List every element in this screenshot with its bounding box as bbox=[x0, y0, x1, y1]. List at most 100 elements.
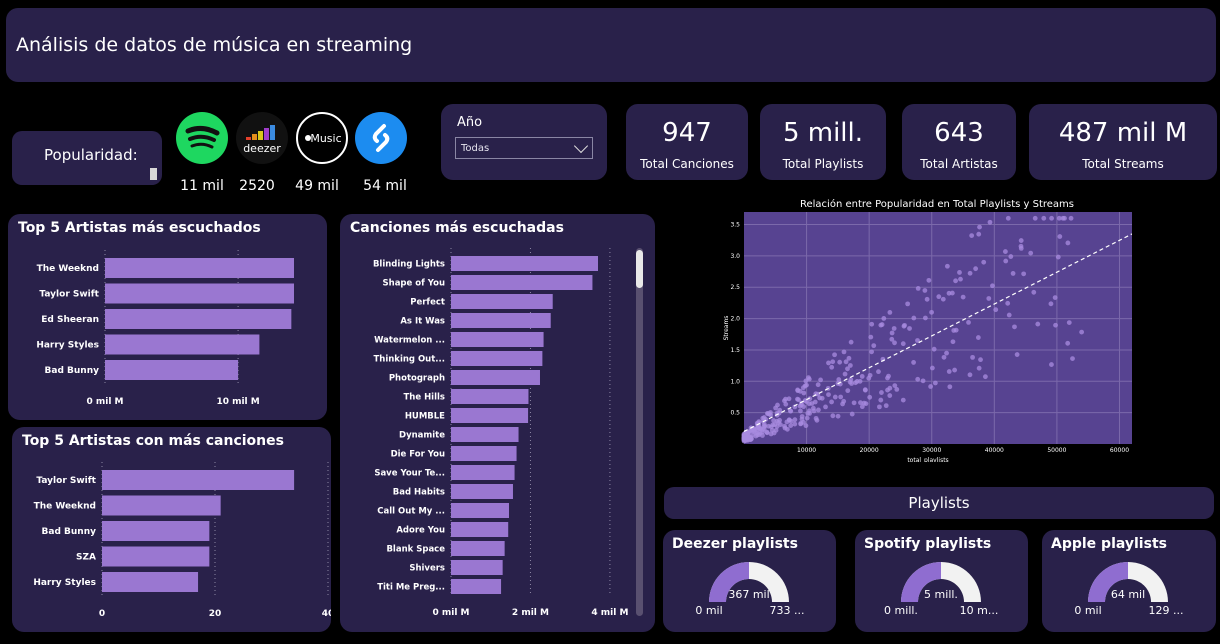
scatter-point bbox=[952, 367, 958, 373]
scrollbar[interactable] bbox=[150, 168, 157, 180]
category-label: Call Out My ... bbox=[377, 507, 445, 517]
category-label: The Weeknd bbox=[37, 264, 99, 274]
scatter-point bbox=[801, 390, 807, 396]
bar bbox=[451, 256, 598, 271]
bar bbox=[105, 334, 260, 355]
scatter-point bbox=[803, 423, 809, 429]
bar bbox=[451, 294, 553, 309]
scatter-point bbox=[760, 433, 765, 438]
songs-scrollbar[interactable] bbox=[636, 248, 643, 616]
scatter-point bbox=[777, 417, 782, 423]
scatter-point bbox=[900, 341, 906, 347]
y-axis-label: Streams bbox=[723, 316, 730, 341]
bar bbox=[451, 427, 519, 442]
scatter-point bbox=[1014, 352, 1020, 357]
bar bbox=[102, 572, 199, 592]
y-tick-label: 0.5 bbox=[730, 410, 740, 417]
scatter-point bbox=[944, 263, 950, 269]
scatter-point bbox=[764, 429, 770, 435]
scatter-point bbox=[886, 373, 891, 379]
apple-music-value: 49 mil bbox=[295, 178, 339, 194]
scatter-point bbox=[932, 380, 938, 386]
bar bbox=[451, 579, 502, 594]
scatter-point bbox=[859, 374, 865, 379]
scatter-point bbox=[1049, 362, 1054, 367]
category-label: Thinking Out... bbox=[373, 355, 445, 365]
category-label: Adore You bbox=[396, 526, 445, 536]
category-label: Perfect bbox=[410, 298, 445, 308]
category-label: Harry Styles bbox=[36, 341, 99, 351]
bar bbox=[105, 360, 239, 380]
x-tick-label: 60000 bbox=[1110, 447, 1129, 454]
scatter-point bbox=[829, 364, 835, 370]
scatter-point bbox=[967, 372, 973, 378]
scatter-point bbox=[953, 278, 958, 284]
scatter-point bbox=[883, 403, 889, 409]
deezer-gauge: 367 mil 0 mil 733 ... bbox=[695, 562, 804, 617]
scatter-point bbox=[929, 309, 934, 315]
scatter-point bbox=[926, 277, 932, 283]
year-filter: Año Todas bbox=[441, 104, 607, 180]
year-dropdown[interactable]: Todas bbox=[455, 137, 593, 159]
category-label: Harry Styles bbox=[33, 578, 96, 588]
scatter-point bbox=[892, 340, 897, 346]
scatter-point bbox=[1057, 234, 1063, 239]
bar bbox=[451, 389, 529, 404]
scatter-point bbox=[969, 233, 975, 238]
category-label: Blinding Lights bbox=[373, 260, 445, 270]
y-tick-label: 3.0 bbox=[730, 253, 740, 260]
scatter-point bbox=[812, 399, 818, 405]
gauge-value: 367 mil bbox=[728, 588, 769, 601]
bar bbox=[451, 351, 543, 366]
scatter-point bbox=[978, 357, 983, 363]
scatter-point bbox=[1068, 215, 1074, 221]
scatter-point bbox=[944, 350, 949, 356]
category-label: Bad Bunny bbox=[42, 527, 97, 537]
scatter-point bbox=[928, 384, 934, 389]
x-tick-label: 2 mil M bbox=[512, 608, 549, 618]
songs-scrollbar-thumb[interactable] bbox=[636, 250, 643, 288]
category-label: Shivers bbox=[409, 564, 445, 574]
gauge-max: 10 m... bbox=[960, 604, 999, 617]
gauge-value: 64 mil bbox=[1111, 588, 1145, 601]
scatter-point bbox=[857, 378, 863, 384]
scatter-point bbox=[1049, 215, 1054, 221]
scatter-point bbox=[858, 400, 863, 406]
scatter-point bbox=[761, 415, 767, 420]
popularity-card: Popularidad: bbox=[12, 131, 162, 185]
scatter-point bbox=[967, 270, 973, 276]
scatter-point bbox=[915, 376, 921, 382]
scatter-point bbox=[1018, 243, 1024, 249]
scatter-point bbox=[868, 334, 874, 340]
x-tick-label: 4 mil M bbox=[591, 608, 628, 618]
bar bbox=[451, 332, 544, 347]
scatter-point bbox=[1005, 215, 1011, 221]
scatter-point bbox=[950, 339, 956, 345]
category-label: Photograph bbox=[389, 374, 445, 384]
y-tick-label: 1.0 bbox=[730, 378, 740, 385]
y-tick-label: 2.0 bbox=[730, 316, 740, 323]
scatter-point bbox=[894, 386, 900, 392]
y-tick-label: 3.5 bbox=[730, 222, 740, 229]
scatter-point bbox=[815, 382, 821, 388]
bar bbox=[451, 541, 505, 556]
scatter-point bbox=[786, 417, 792, 423]
scatter-point bbox=[889, 330, 895, 336]
scatter-point bbox=[1021, 271, 1027, 277]
scatter-point bbox=[845, 366, 850, 372]
scatter-point bbox=[958, 276, 963, 282]
category-label: Ed Sheeran bbox=[41, 315, 99, 325]
scatter-point bbox=[878, 397, 884, 403]
scatter-point bbox=[1052, 295, 1058, 300]
scatter-point bbox=[1012, 324, 1017, 330]
scatter-point bbox=[920, 378, 926, 384]
x-tick-label: 0 mil M bbox=[432, 608, 469, 618]
top-artists-streams-panel: Top 5 Artistas más escuchados 0 mil M 10 … bbox=[8, 214, 327, 420]
category-label: Shape of You bbox=[383, 279, 445, 289]
x-tick-label: 20000 bbox=[860, 447, 879, 454]
bar bbox=[105, 283, 294, 304]
scatter-point bbox=[826, 392, 831, 398]
scatter-point bbox=[775, 402, 780, 408]
bar bbox=[102, 495, 221, 516]
kpi-value: 5 mill. bbox=[782, 118, 864, 148]
